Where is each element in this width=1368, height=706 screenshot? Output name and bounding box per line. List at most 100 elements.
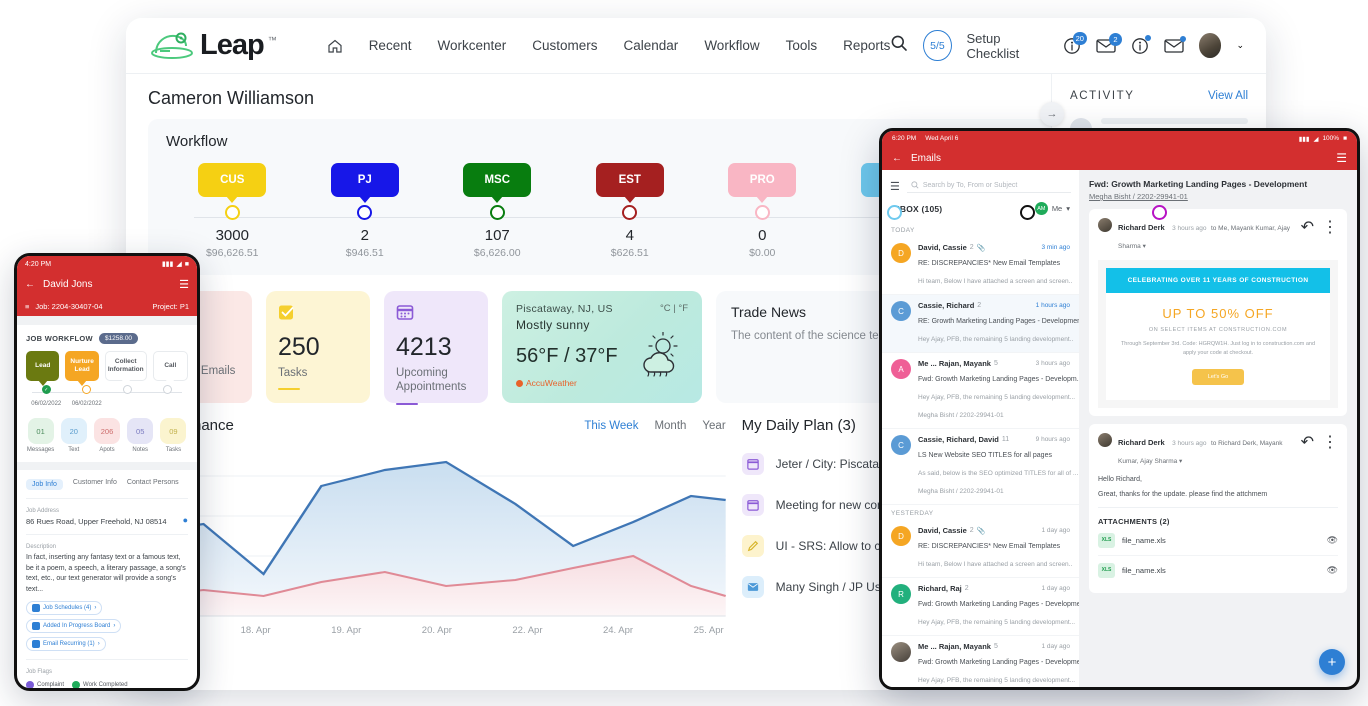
list-item[interactable]: D David, Cassie 2 📎 1 day ago RE: DISCRE… [882,520,1079,578]
signal-icon: ▮▮▮ [1298,135,1310,143]
flag-work-completed[interactable]: Work Completed [72,681,128,688]
back-arrow-icon[interactable]: ← [892,153,902,164]
range-tab-year[interactable]: Year [702,420,725,432]
tab-customer-info[interactable]: Customer Info [73,479,117,490]
tag-email-recurring[interactable]: Email Recurring (1) › [26,637,106,651]
nav-item-reports[interactable]: Reports [843,38,890,53]
list-item[interactable]: R Richard, Raj 2 1 day ago Fwd: Growth M… [882,578,1079,636]
weather-card[interactable]: Piscataway, NJ, US °C | °F Mostly sunny … [502,291,702,403]
preview-eye-icon[interactable]: 👁 [1327,565,1338,576]
back-arrow-icon[interactable]: ← [25,279,35,290]
range-tab-this-week[interactable]: This Week [584,420,638,432]
activity-view-all-link[interactable]: View All [1208,90,1248,102]
phone-project-selector[interactable]: Project: P1 [152,302,189,311]
search-input[interactable]: Search by To, From or Subject [906,179,1071,193]
tag-added-in-progress-board[interactable]: Added In Progress Board › [26,619,122,633]
list-item[interactable]: D David, Cassie 2 📎 3 min ago RE: DISCRE… [882,237,1079,295]
activity-header: ACTIVITY View All [1070,90,1248,102]
hamburger-icon[interactable]: ☰ [1336,151,1347,165]
weather-unit-toggle[interactable]: °C | °F [660,303,688,314]
attachment-row[interactable]: XLS file_name.xls 👁 [1098,526,1338,556]
phone-workflow-header: JOB WORKFLOW $1258.00 [26,333,188,344]
list-item[interactable]: C Cassie, Richard, David 11 9 hours ago … [882,429,1079,505]
phone-job-number[interactable]: Job: 2204-30407-04 [35,302,102,311]
mail-notifications-icon[interactable]: 2 [1096,32,1122,54]
phone-counter-tasks[interactable]: 09 Tasks [159,418,188,453]
attachment-row[interactable]: XLS file_name.xls 👁 [1098,556,1338,585]
nav-item-calendar[interactable]: Calendar [624,38,679,53]
messages-icon[interactable] [1164,35,1186,54]
reply-icon[interactable]: ↶ [1301,217,1314,237]
phone-counter-text[interactable]: 20 Text [59,418,88,453]
app-logo[interactable]: Leap ™ [148,29,277,62]
nav-item-customers[interactable]: Customers [532,38,597,53]
info-notifications-icon[interactable]: 20 [1063,31,1087,55]
phone-stage-nurture-lead[interactable]: Nurture Lead [65,351,99,386]
map-pin-icon[interactable]: ● [183,515,188,525]
help-info-icon[interactable] [1131,34,1151,55]
mail-preview: Hi team, Below I have attached a screen … [918,278,1073,285]
nav-item-tools[interactable]: Tools [786,38,818,53]
tag-icon [32,604,40,612]
list-item[interactable]: C Cassie, Richard 2 1 hours ago RE: Grow… [882,295,1079,353]
search-icon[interactable] [890,34,908,57]
mail-thread-count: 2 [969,244,974,251]
stat-card-tasks[interactable]: 250 Tasks [266,291,370,403]
list-item[interactable]: Me ... Rajan, Mayank 5 1 day ago Fwd: Gr… [882,636,1079,687]
reply-icon[interactable]: ↶ [1301,432,1314,452]
mail-subject: RE: DISCREPANCIES* New Email Templates [918,543,1061,550]
workflow-stage-pro[interactable]: PRO 0 $0.00 [696,163,829,259]
home-icon[interactable] [327,38,343,54]
account-selector[interactable]: AM Me ▾ [1034,202,1070,215]
account-avatar: AM [1034,202,1048,215]
avatar[interactable] [1198,33,1222,58]
stat-card-upcoming-appointments[interactable]: 4213 Upcoming Appointments [384,291,488,405]
more-options-icon[interactable]: ⋮ [1322,217,1338,237]
promo-cta-button[interactable]: Let's Go [1191,368,1245,385]
phone-stage-node-current [82,385,92,394]
phone-stage-call[interactable]: Call [152,351,189,385]
account-label: Me [1051,204,1063,213]
phone-counter-apots[interactable]: 206 Apots [92,418,121,453]
tab-job-info[interactable]: Job Info [26,479,63,490]
phone-stage-date: 06/02/2022 [71,401,102,407]
flag-complaint[interactable]: Complaint [26,681,64,688]
flag-icon [72,681,81,688]
chevron-down-icon[interactable]: ⌄ [1236,40,1244,51]
phone-stage-lead[interactable]: Lead [26,351,60,386]
phone-stage-collect-information[interactable]: Collect Information [104,351,147,385]
tablet-status-date: Wed April 6 [925,135,959,142]
search-icon [911,181,919,189]
calendar-icon [741,453,764,475]
range-tab-month[interactable]: Month [654,420,686,432]
compose-fab-button[interactable]: + [1319,649,1345,675]
promo-content: UP TO 50% OFF ON SELECT ITEMS AT CONSTRU… [1106,293,1330,400]
nav-item-workflow[interactable]: Workflow [704,38,759,53]
arrow-right-icon[interactable]: → [1040,102,1064,126]
tag-job-schedules[interactable]: Job Schedules (4) › [26,601,103,615]
workflow-stage-cus[interactable]: CUS 3000 $96,626.51 [166,163,299,259]
phone-counter-messages[interactable]: 01 Messages [26,418,55,453]
workflow-stage-msc[interactable]: MSC 107 $6,626.00 [431,163,564,259]
hamburger-icon[interactable]: ☰ [890,180,900,193]
stage-amount: $946.51 [345,247,384,259]
list-item[interactable]: A Me ... Rajan, Mayank 5 3 hours ago Fwd… [882,353,1079,429]
nav-item-workcenter[interactable]: Workcenter [437,38,506,53]
tab-contact-persons[interactable]: Contact Persons [127,479,179,490]
workflow-stage-est[interactable]: EST 4 $626.51 [564,163,697,259]
preview-eye-icon[interactable]: 👁 [1327,535,1338,546]
tag-icon [32,640,40,648]
counter-label: Tasks [165,447,182,453]
setup-progress-ring[interactable]: 5/5 [923,30,952,61]
reader-reference-link[interactable]: Megha Bisht / 2202-29941-01 [1089,192,1347,201]
more-options-icon[interactable]: ⋮ [1322,432,1338,452]
workflow-stage-pj[interactable]: PJ 2 $946.51 [299,163,432,259]
stage-count: 2 [360,227,369,244]
filter-icon[interactable]: ≡ [25,302,29,311]
stat-underline [278,388,300,391]
phone-counter-notes[interactable]: 05 Notes [126,418,155,453]
nav-item-recent[interactable]: Recent [369,38,412,53]
mail-preview: Hey Ajay, PFB, the remaining 5 landing d… [918,394,1076,401]
setup-checklist-label[interactable]: Setup Checklist [967,31,1048,61]
hamburger-icon[interactable]: ☰ [179,278,189,291]
